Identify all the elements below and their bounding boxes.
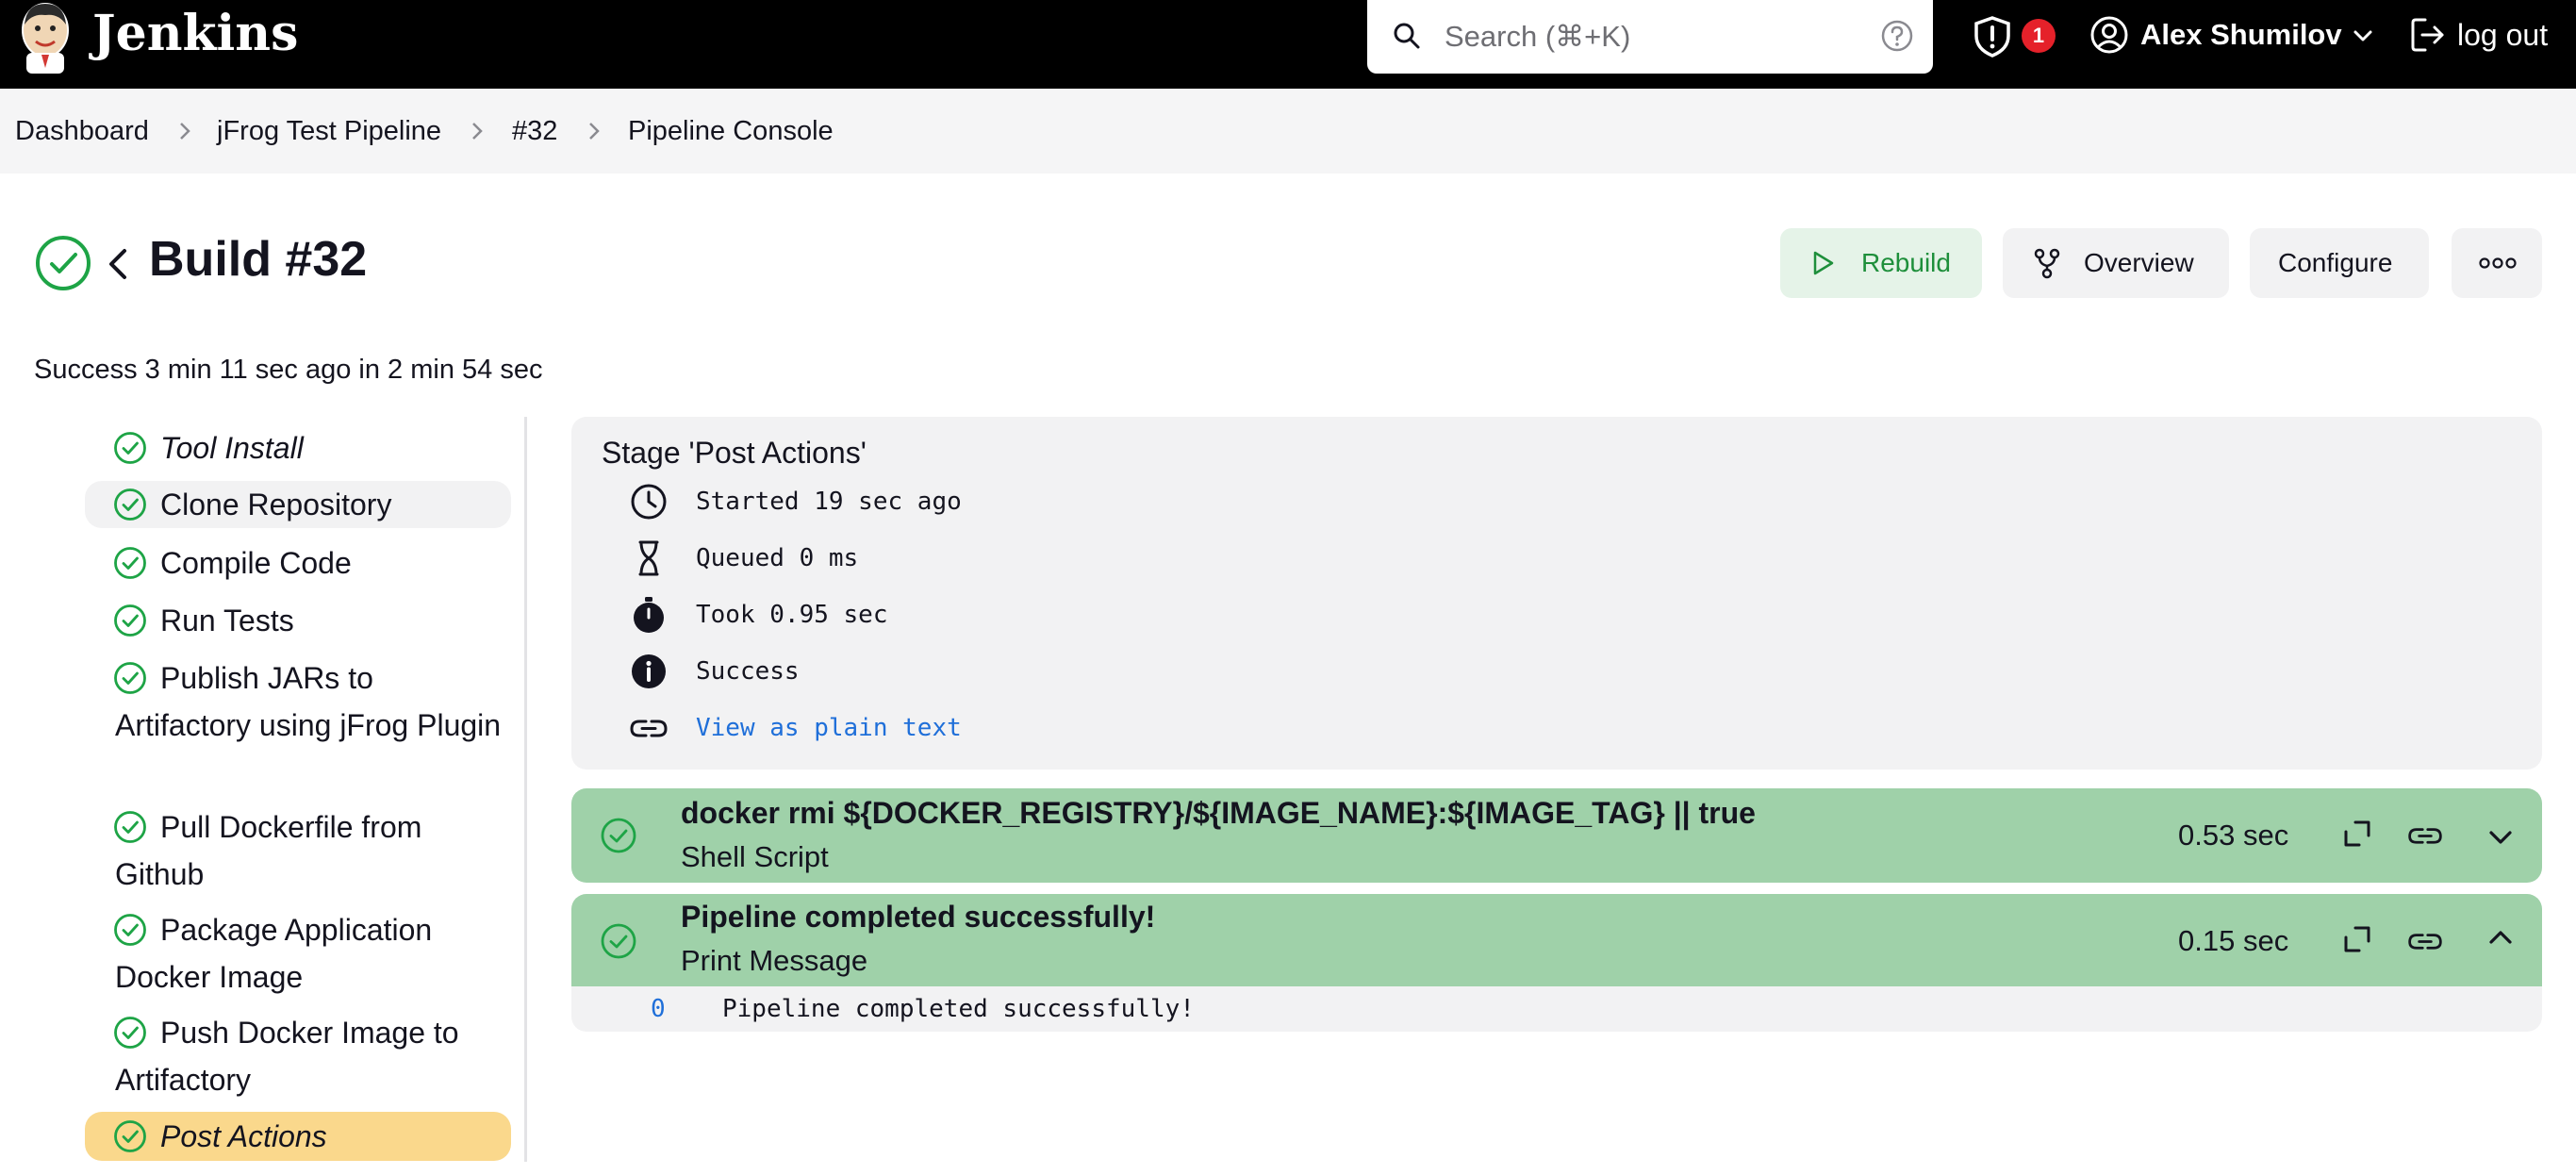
info-icon bbox=[632, 654, 666, 688]
clock-icon bbox=[631, 484, 667, 520]
chevron-down-icon[interactable] bbox=[2352, 25, 2374, 47]
queued-text: Queued 0 ms bbox=[696, 544, 859, 572]
chevron-right-icon bbox=[589, 123, 600, 140]
breadcrumb-pipeline-console[interactable]: Pipeline Console bbox=[628, 115, 834, 147]
stage-item-run-tests[interactable]: Run Tests bbox=[85, 597, 511, 644]
overview-label: Overview bbox=[2084, 248, 2194, 277]
step-log-output: 0 Pipeline completed successfully! bbox=[571, 986, 2542, 1032]
stage-item-publish-jars[interactable]: Publish JARs to Artifactory using jFrog … bbox=[85, 654, 511, 796]
link-icon[interactable] bbox=[2406, 817, 2444, 854]
link-icon bbox=[630, 720, 668, 737]
back-arrow-icon[interactable] bbox=[102, 243, 136, 285]
brand-name[interactable]: Jenkins bbox=[92, 4, 298, 64]
stage-item-compile-code[interactable]: Compile Code bbox=[85, 539, 511, 587]
step-duration: 0.53 sec bbox=[2178, 819, 2289, 852]
stage-label: Push Docker Image to Artifactory bbox=[115, 1016, 459, 1097]
success-check-icon bbox=[601, 923, 636, 959]
success-check-icon bbox=[601, 818, 636, 853]
stage-label: Package Application Docker Image bbox=[115, 913, 433, 994]
help-icon[interactable] bbox=[1880, 19, 1914, 53]
stage-item-pull-dockerfile[interactable]: Pull Dockerfile from Github bbox=[85, 803, 511, 898]
logout-link[interactable]: log out bbox=[2457, 15, 2548, 55]
hourglass-icon bbox=[638, 540, 659, 576]
open-in-new-window-icon[interactable] bbox=[2338, 815, 2376, 852]
build-summary: Success 3 min 11 sec ago in 2 min 54 sec bbox=[34, 355, 543, 385]
step-type: Shell Script bbox=[681, 840, 829, 873]
stage-detail-panel: Stage 'Post Actions' Started 19 sec ago … bbox=[571, 417, 2542, 770]
step-row-print-message[interactable]: Pipeline completed successfully! Print M… bbox=[571, 894, 2542, 988]
log-line-text: Pipeline completed successfully! bbox=[722, 995, 1195, 1023]
configure-button[interactable]: Configure bbox=[2250, 228, 2429, 298]
page-title: Build #32 bbox=[149, 232, 368, 287]
more-actions-button[interactable] bbox=[2452, 228, 2542, 298]
success-status-icon bbox=[36, 236, 91, 290]
stage-label: Compile Code bbox=[160, 546, 352, 580]
search-input[interactable]: Search (⌘+K) bbox=[1445, 19, 1630, 55]
user-avatar-icon[interactable] bbox=[2089, 15, 2129, 55]
stopwatch-icon bbox=[634, 597, 664, 633]
chevron-right-icon bbox=[180, 123, 190, 140]
stage-detail-title: Stage 'Post Actions' bbox=[602, 436, 867, 470]
branch-icon bbox=[2034, 248, 2060, 279]
alert-count-badge[interactable]: 1 bbox=[2022, 19, 2056, 53]
search-icon bbox=[1394, 23, 1420, 49]
chevron-up-icon[interactable] bbox=[2482, 918, 2519, 956]
stage-label: Clone Repository bbox=[160, 488, 392, 521]
rebuild-button[interactable]: Rebuild bbox=[1780, 228, 1982, 298]
step-duration: 0.15 sec bbox=[2178, 924, 2289, 957]
logout-icon[interactable] bbox=[2408, 15, 2448, 55]
stage-item-tool-install[interactable]: Tool Install bbox=[85, 424, 511, 472]
result-text: Success bbox=[696, 657, 800, 686]
stage-label: Tool Install bbox=[160, 431, 304, 465]
sidebar-divider[interactable] bbox=[524, 417, 527, 1162]
stage-item-push-docker-image[interactable]: Push Docker Image to Artifactory bbox=[85, 1009, 511, 1103]
breadcrumb-build[interactable]: #32 bbox=[512, 115, 557, 147]
stage-label: Pull Dockerfile from Github bbox=[115, 810, 422, 891]
top-navigation-bar: Jenkins Search (⌘+K) 1 Alex Shumilov log… bbox=[0, 0, 2576, 89]
step-command: docker rmi ${DOCKER_REGISTRY}/${IMAGE_NA… bbox=[681, 796, 1756, 830]
stage-label: Run Tests bbox=[160, 604, 294, 637]
user-menu[interactable]: Alex Shumilov bbox=[2140, 15, 2342, 55]
stage-item-package-docker-image[interactable]: Package Application Docker Image bbox=[85, 906, 511, 1001]
configure-label: Configure bbox=[2278, 248, 2393, 277]
log-line-number[interactable]: 0 bbox=[651, 994, 666, 1024]
rebuild-label: Rebuild bbox=[1861, 248, 1951, 277]
more-horizontal-icon bbox=[2479, 257, 2517, 269]
link-icon[interactable] bbox=[2406, 922, 2444, 960]
chevron-right-icon bbox=[472, 123, 483, 140]
search-box[interactable]: Search (⌘+K) bbox=[1367, 0, 1933, 74]
security-alert-icon[interactable] bbox=[1971, 15, 2014, 58]
took-text: Took 0.95 sec bbox=[696, 601, 888, 629]
stage-label: Post Actions bbox=[160, 1119, 327, 1153]
jenkins-logo-icon[interactable] bbox=[15, 0, 75, 75]
breadcrumb-job[interactable]: jFrog Test Pipeline bbox=[217, 115, 441, 147]
open-in-new-window-icon[interactable] bbox=[2338, 920, 2376, 958]
overview-button[interactable]: Overview bbox=[2003, 228, 2229, 298]
play-icon bbox=[1813, 251, 1834, 275]
step-command: Pipeline completed successfully! bbox=[681, 900, 1156, 934]
stage-item-post-actions[interactable]: Post Actions bbox=[85, 1112, 511, 1161]
started-text: Started 19 sec ago bbox=[696, 488, 962, 516]
view-plain-text-link[interactable]: View as plain text bbox=[696, 713, 962, 743]
step-type: Print Message bbox=[681, 944, 868, 977]
step-row-shell-script[interactable]: docker rmi ${DOCKER_REGISTRY}/${IMAGE_NA… bbox=[571, 788, 2542, 883]
stage-item-clone-repository[interactable]: Clone Repository bbox=[85, 481, 511, 528]
breadcrumb: Dashboard jFrog Test Pipeline #32 Pipeli… bbox=[0, 89, 2576, 174]
stage-label: Publish JARs to Artifactory using jFrog … bbox=[115, 661, 502, 742]
chevron-down-icon[interactable] bbox=[2482, 819, 2519, 856]
breadcrumb-dashboard[interactable]: Dashboard bbox=[15, 115, 149, 147]
